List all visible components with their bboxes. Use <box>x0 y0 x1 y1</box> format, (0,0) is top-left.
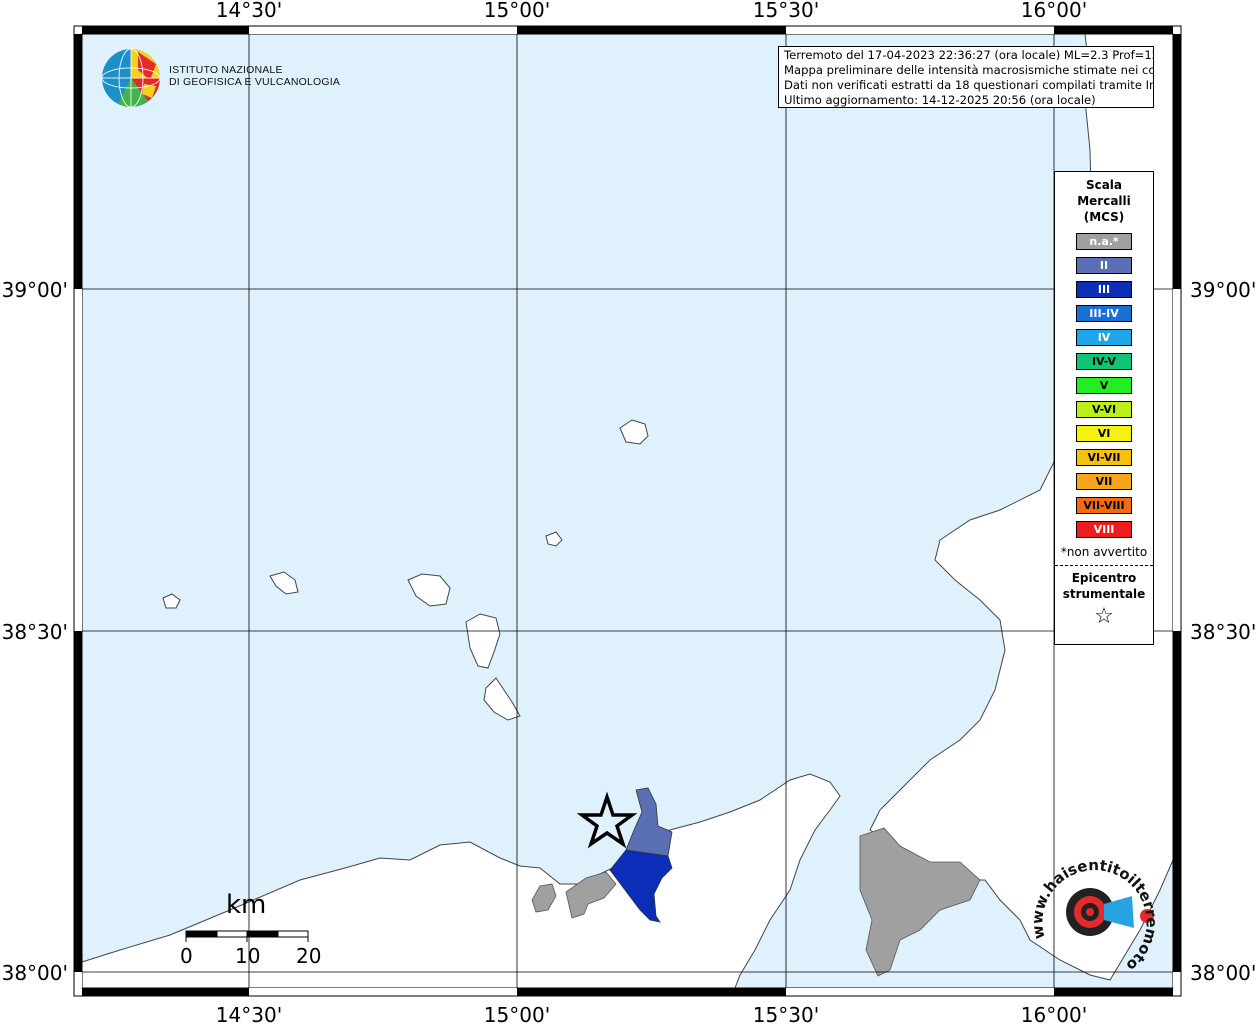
lat-tick-left-2: 38°30' <box>2 620 68 644</box>
lon-tick-top-4: 16°00' <box>1021 0 1087 22</box>
legend-star-icon: ☆ <box>1094 604 1114 629</box>
legend-epicenter-line-2: strumentale <box>1062 587 1146 601</box>
ingv-line-1: ISTITUTO NAZIONALE <box>169 64 283 76</box>
lat-tick-right-1: 39°00' <box>1190 278 1256 302</box>
lon-tick-bottom-2: 15°00' <box>484 1003 550 1024</box>
legend-title-line-1: Scala <box>1085 178 1123 192</box>
scalebar-label-10: 10 <box>235 944 261 968</box>
ingv-line-2: DI GEOFISICA E VULCANOLOGIA <box>169 76 341 88</box>
ingv-logo-text: ISTITUTO NAZIONALE DI GEOFISICA E VULCAN… <box>169 64 340 88</box>
info-line-4: Ultimo aggiornamento: 14-12-2025 20:56 (… <box>784 93 1096 107</box>
legend-swatch: VIII <box>1076 521 1132 538</box>
legend-swatch: VI-VII <box>1076 449 1132 466</box>
legend-swatch: V-VI <box>1076 401 1132 418</box>
lat-tick-left-3: 38°00' <box>2 961 68 985</box>
scalebar-label-0: 0 <box>180 944 193 968</box>
legend-swatch: III <box>1076 281 1132 298</box>
lon-tick-bottom-4: 16°00' <box>1021 1003 1087 1024</box>
legend-title: Scala Mercalli (MCS) <box>1055 177 1153 225</box>
legend-swatch: V <box>1076 377 1132 394</box>
event-info-box: Terremoto del 17-04-2023 22:36:27 (ora l… <box>778 46 1154 108</box>
info-line-3: Dati non verificati estratti da 18 quest… <box>784 78 1153 92</box>
legend-swatch: II <box>1076 257 1132 274</box>
ingv-logo-icon <box>101 48 161 108</box>
legend-swatch: VI <box>1076 425 1132 442</box>
legend-title-line-3: (MCS) <box>1083 210 1125 224</box>
lat-tick-right-2: 38°30' <box>1190 620 1256 644</box>
lon-tick-bottom-1: 14°30' <box>216 1003 282 1024</box>
lon-tick-top-3: 15°30' <box>753 0 819 22</box>
lon-tick-top-2: 15°00' <box>484 0 550 22</box>
scalebar-label-20: 20 <box>296 944 322 968</box>
legend-swatch: VII-VIII <box>1076 497 1132 514</box>
legend-swatch: n.a.* <box>1076 233 1132 250</box>
info-line-2: Mappa preliminare delle intensità macros… <box>784 63 1154 77</box>
legend-swatch: IV-V <box>1076 353 1132 370</box>
legend-title-line-2: Mercalli <box>1077 194 1131 208</box>
lat-tick-right-3: 38°00' <box>1190 961 1256 985</box>
legend-swatch: IV <box>1076 329 1132 346</box>
lon-tick-top-1: 14°30' <box>216 0 282 22</box>
legend-swatch: VII <box>1076 473 1132 490</box>
legend-epicenter-line-1: Epicentro <box>1071 571 1137 585</box>
legend-divider <box>1055 565 1153 566</box>
lat-tick-left-1: 39°00' <box>2 278 68 302</box>
legend-swatch: III-IV <box>1076 305 1132 322</box>
scalebar-unit: km <box>226 890 267 920</box>
mcs-legend: Scala Mercalli (MCS) n.a.* II III III-IV IV I… <box>1054 171 1154 645</box>
info-line-1: Terremoto del 17-04-2023 22:36:27 (ora l… <box>784 48 1154 62</box>
lon-tick-bottom-3: 15°30' <box>753 1003 819 1024</box>
legend-items: n.a.* II III III-IV IV IV-V V V-VI VI VI-VII VII VI… <box>1055 233 1153 538</box>
legend-epicenter-label: Epicentro strumentale <box>1055 570 1153 602</box>
legend-note: *non avvertito <box>1060 545 1148 559</box>
